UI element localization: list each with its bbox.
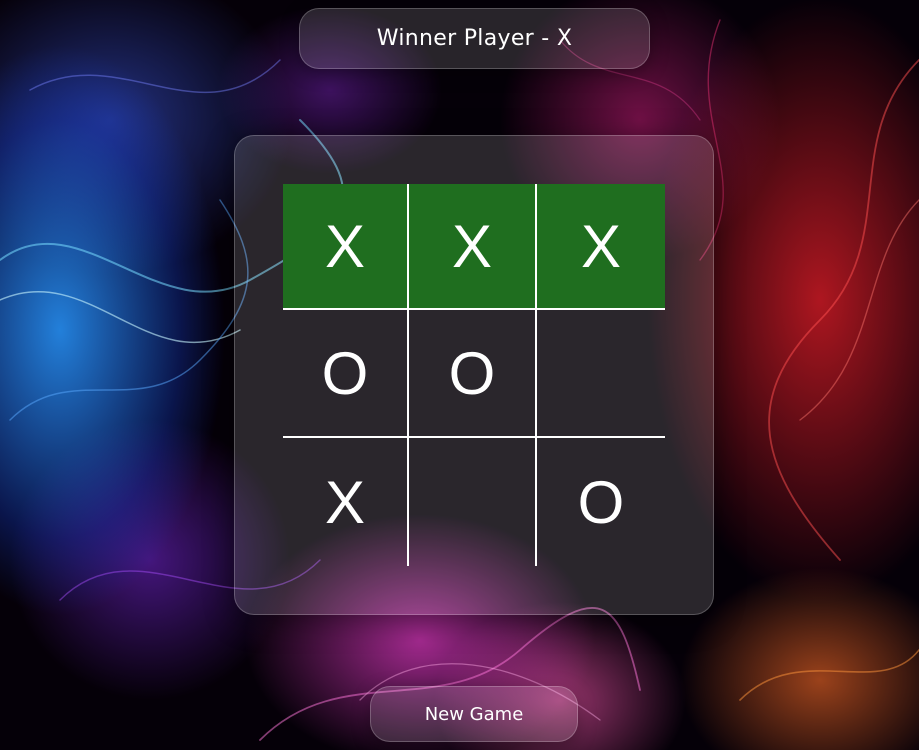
new-game-button[interactable]: New Game [370,686,578,742]
tic-tac-toe-board: X X X O O X O [283,184,665,566]
winner-status-banner: Winner Player - X [299,8,650,69]
board-cell-6[interactable] [537,310,665,438]
board-cell-1[interactable]: X [283,184,409,310]
board-cell-4[interactable]: O [283,310,409,438]
board-cell-8[interactable] [409,438,537,566]
board-cell-2[interactable]: X [409,184,537,310]
winner-status-text: Winner Player - X [376,26,573,51]
board-cell-9[interactable]: O [537,438,665,566]
board-cell-5[interactable]: O [409,310,537,438]
board-cell-3[interactable]: X [537,184,665,310]
board-cell-7[interactable]: X [283,438,409,566]
